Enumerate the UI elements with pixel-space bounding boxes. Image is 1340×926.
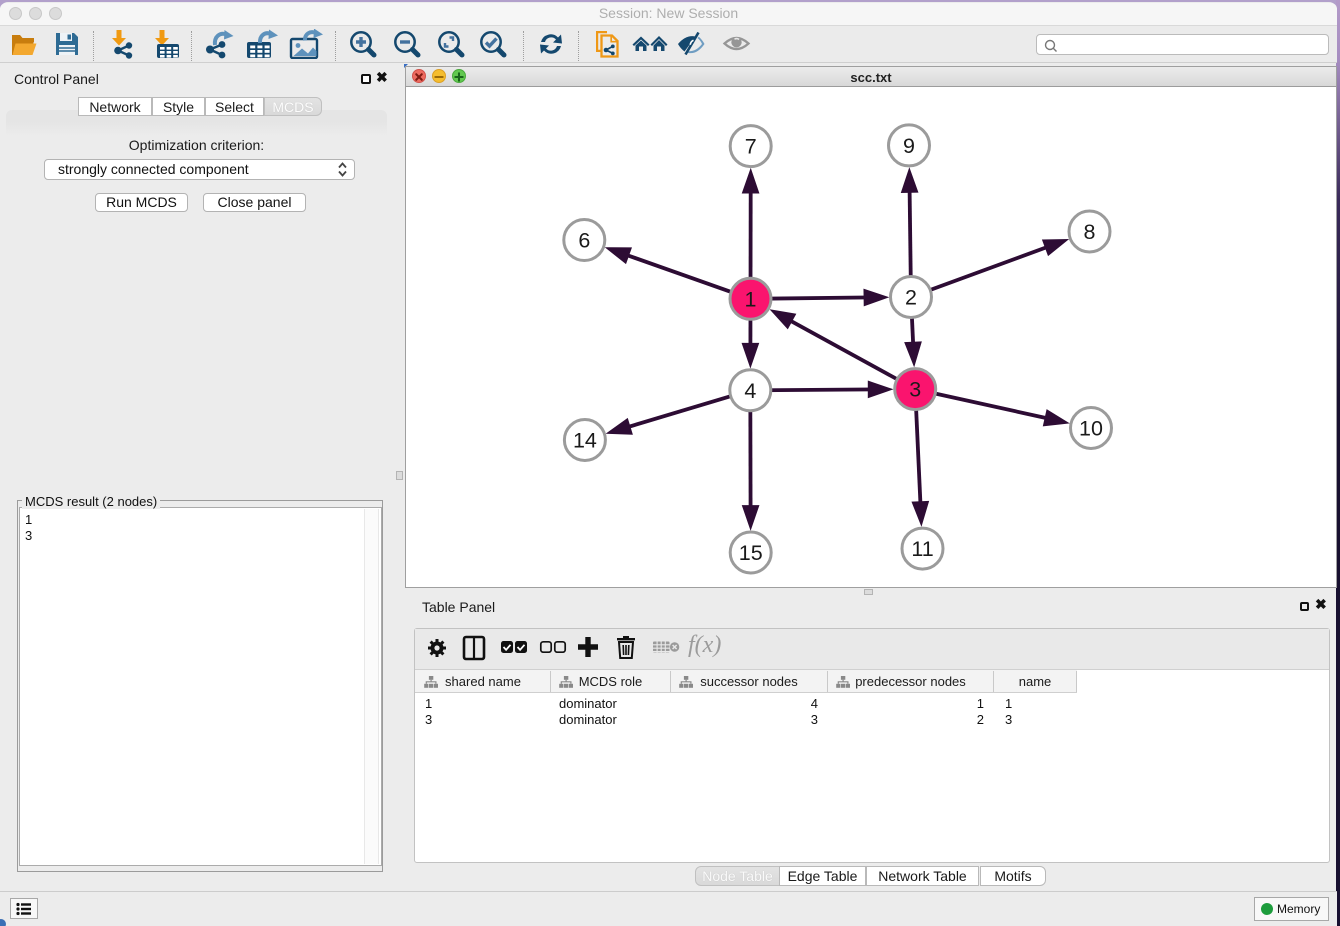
svg-text:11: 11 <box>911 537 933 561</box>
svg-text:6: 6 <box>578 229 590 253</box>
svg-text:15: 15 <box>739 541 763 565</box>
svg-text:10: 10 <box>1079 417 1103 441</box>
svg-text:14: 14 <box>573 429 597 453</box>
svg-text:3: 3 <box>909 378 921 402</box>
svg-text:9: 9 <box>903 134 915 158</box>
svg-text:4: 4 <box>744 379 756 403</box>
svg-text:7: 7 <box>745 135 757 159</box>
svg-text:1: 1 <box>745 287 757 311</box>
svg-text:2: 2 <box>905 286 917 310</box>
svg-text:8: 8 <box>1084 220 1096 244</box>
